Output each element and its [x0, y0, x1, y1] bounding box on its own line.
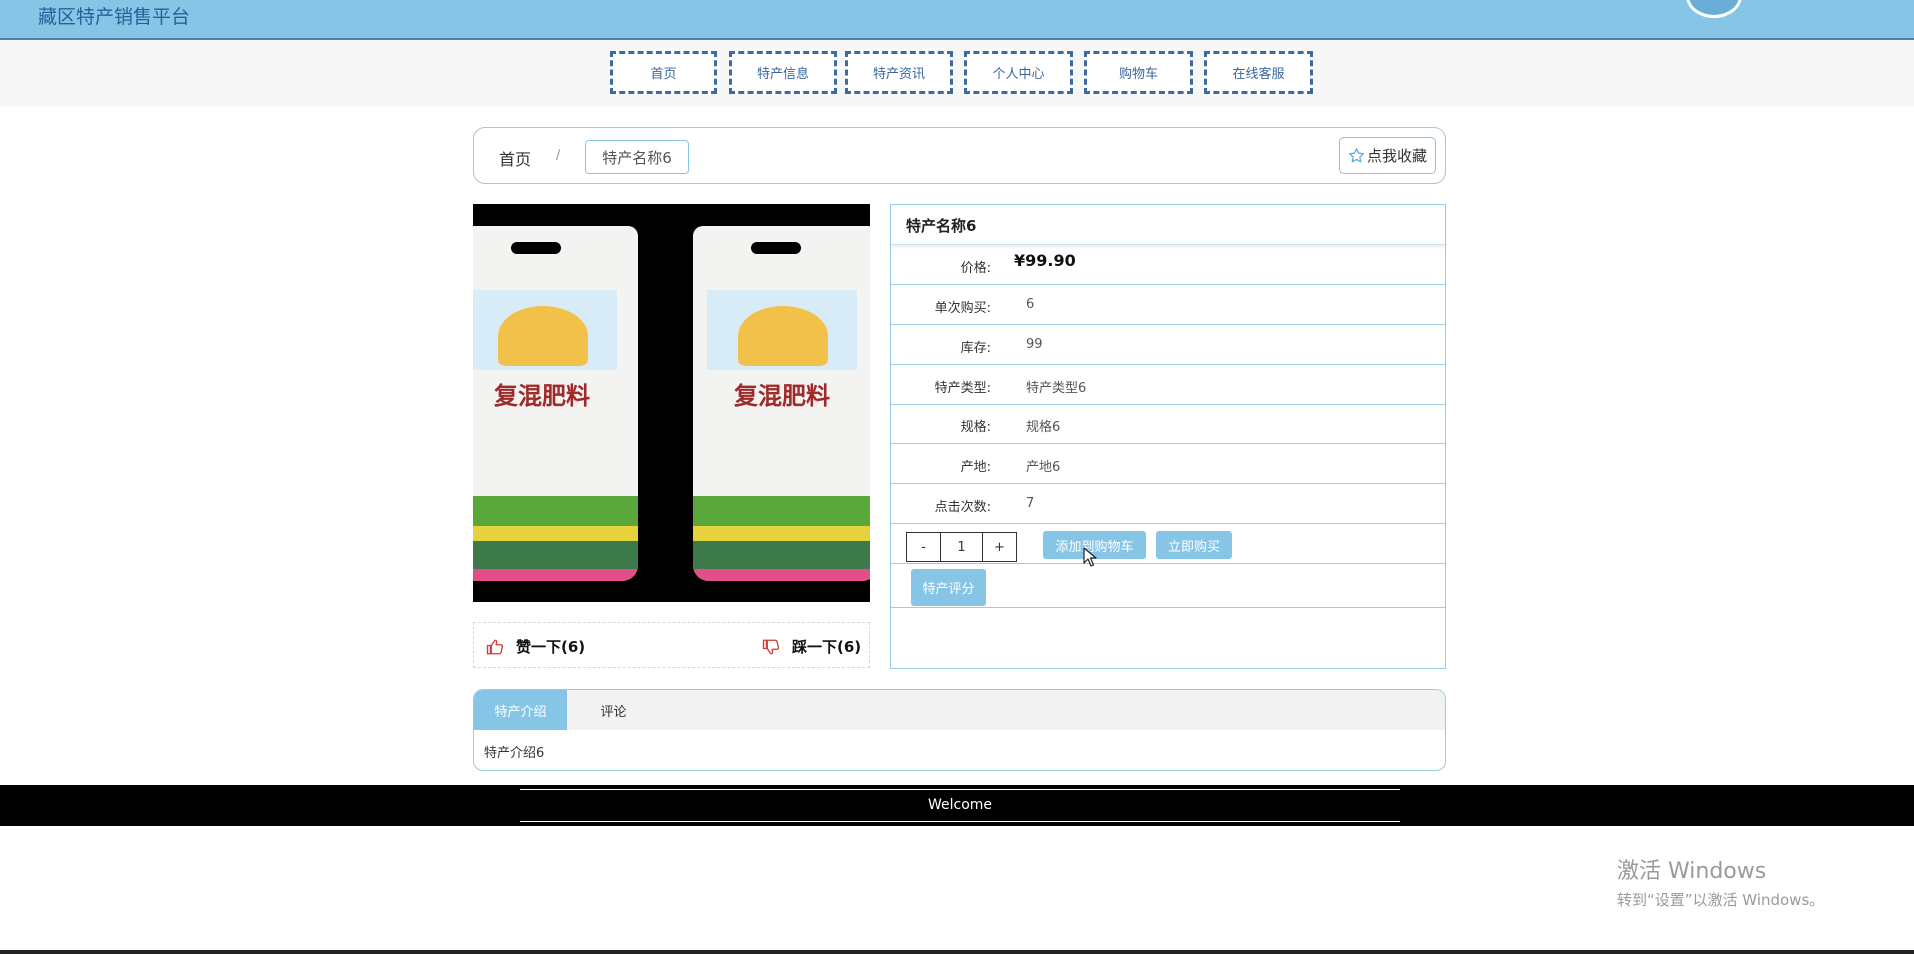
- tabs-header: 特产介绍 评论: [474, 690, 1445, 730]
- dislike-label: 踩一下(6): [792, 638, 862, 656]
- footer-divider-top: [520, 789, 1400, 790]
- info-row-purchase-limit: 单次购买: 6: [891, 285, 1445, 325]
- footer: Welcome: [0, 785, 1914, 826]
- info-row-type: 特产类型: 特产类型6: [891, 365, 1445, 405]
- footer-text: Welcome: [927, 797, 993, 813]
- nav-item-products[interactable]: 特产信息: [729, 51, 837, 94]
- info-label: 规格:: [960, 420, 991, 435]
- price-label: 价格:: [960, 261, 991, 276]
- detail-tabs: 特产介绍 评论 特产介绍6: [473, 689, 1446, 771]
- like-button[interactable]: 赞一下(6): [486, 636, 585, 657]
- info-value: 产地6: [1026, 460, 1061, 475]
- price-row: 价格: ¥99.90: [891, 245, 1445, 285]
- fertilizer-bag-left: 复混肥料: [473, 226, 638, 581]
- quantity-decrease-button[interactable]: -: [907, 533, 940, 561]
- info-label: 特产类型:: [934, 381, 991, 396]
- star-icon: [1348, 148, 1364, 163]
- buy-now-button[interactable]: 立即购买: [1156, 531, 1232, 559]
- thumbs-down-icon: [762, 639, 780, 654]
- info-value: 7: [1026, 496, 1035, 511]
- product-info-panel: 特产名称6 价格: ¥99.90 单次购买: 6 库存: 99 特产类型: 特产…: [890, 204, 1446, 669]
- tab-intro[interactable]: 特产介绍: [474, 690, 567, 730]
- info-value: 特产类型6: [1026, 381, 1087, 396]
- dislike-button[interactable]: 踩一下(6): [762, 636, 861, 657]
- nav-item-home[interactable]: 首页: [610, 51, 717, 94]
- purchase-row: - 1 + 添加到购物车 立即购买: [891, 524, 1445, 567]
- favorite-button[interactable]: 点我收藏: [1339, 137, 1436, 174]
- info-label: 点击次数:: [934, 500, 991, 515]
- info-label: 单次购买:: [934, 301, 991, 316]
- product-image: 复混肥料 复混肥料: [473, 204, 870, 602]
- windows-activation-watermark: 激活 Windows 转到“设置”以激活 Windows。: [1617, 853, 1824, 910]
- tab-comments[interactable]: 评论: [567, 690, 660, 730]
- site-title[interactable]: 藏区特产销售平台: [38, 2, 190, 29]
- quantity-input[interactable]: 1: [940, 533, 983, 561]
- favorite-label: 点我收藏: [1366, 147, 1427, 165]
- info-row-spec: 规格: 规格6: [891, 404, 1445, 444]
- watermark-line2: 转到“设置”以激活 Windows。: [1617, 891, 1825, 909]
- vote-box: 赞一下(6) 踩一下(6): [473, 622, 870, 668]
- info-row-stock: 库存: 99: [891, 325, 1445, 365]
- nav-item-profile[interactable]: 个人中心: [964, 51, 1073, 94]
- nav-item-news[interactable]: 特产资讯: [845, 51, 953, 94]
- bag-title-right: 复混肥料: [734, 381, 830, 410]
- breadcrumb-home[interactable]: 首页: [499, 146, 531, 170]
- info-label: 产地:: [960, 460, 991, 475]
- info-label: 库存:: [960, 341, 991, 356]
- info-row-clicks: 点击次数: 7: [891, 484, 1445, 524]
- bag-title-left: 复混肥料: [494, 381, 590, 410]
- user-avatar[interactable]: [1686, 0, 1742, 18]
- tab-content: 特产介绍6: [484, 746, 545, 761]
- info-value: 6: [1026, 297, 1035, 312]
- quantity-stepper: - 1 +: [906, 532, 1017, 562]
- breadcrumb: 首页 / 特产名称6 点我收藏: [473, 127, 1446, 184]
- like-label: 赞一下(6): [516, 638, 586, 656]
- review-row: 特产评分: [891, 564, 1445, 608]
- thumbs-up-icon: [486, 639, 504, 654]
- nav-item-service[interactable]: 在线客服: [1204, 51, 1313, 94]
- breadcrumb-current[interactable]: 特产名称6: [585, 140, 689, 174]
- fertilizer-bag-right: 复混肥料: [693, 226, 870, 581]
- info-value: 99: [1026, 337, 1043, 352]
- top-header: 藏区特产销售平台: [0, 0, 1914, 40]
- info-value: 规格6: [1026, 420, 1061, 435]
- quantity-increase-button[interactable]: +: [983, 533, 1016, 561]
- rate-product-button[interactable]: 特产评分: [911, 569, 986, 606]
- info-row-origin: 产地: 产地6: [891, 444, 1445, 484]
- nav-item-cart[interactable]: 购物车: [1084, 51, 1193, 94]
- footer-divider-bottom: [520, 821, 1400, 822]
- price-value: ¥99.90: [1014, 251, 1076, 270]
- watermark-line1: 激活 Windows: [1617, 859, 1767, 884]
- product-name: 特产名称6: [891, 205, 1445, 245]
- main-nav: 首页 特产信息 特产资讯 个人中心 购物车 在线客服: [0, 40, 1914, 107]
- breadcrumb-separator: /: [556, 148, 561, 163]
- taskbar-edge: [0, 950, 1914, 954]
